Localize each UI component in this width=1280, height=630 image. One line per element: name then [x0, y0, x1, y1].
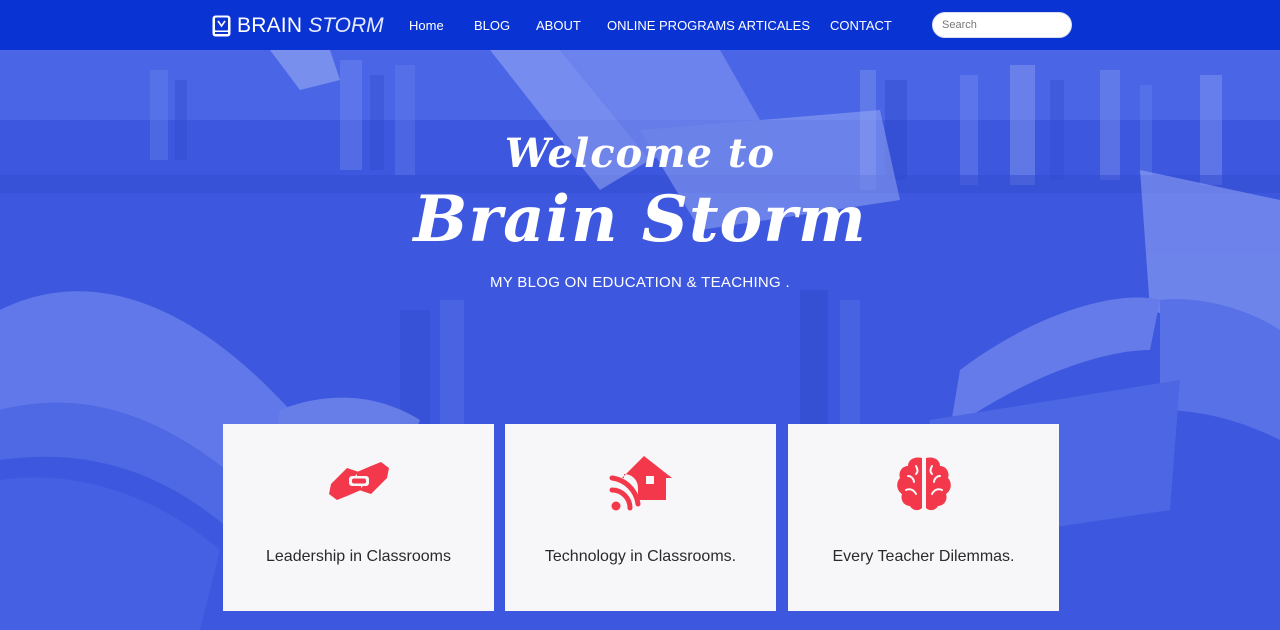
card-teacher-dilemmas[interactable]: Every Teacher Dilemmas.: [788, 424, 1059, 611]
navbar: BRAIN STORM Home BLOG ABOUT ONLINE PROGR…: [0, 0, 1280, 50]
nav-link-about[interactable]: ABOUT: [536, 18, 581, 33]
book-logo-icon: [211, 15, 231, 37]
search-input[interactable]: [932, 12, 1072, 38]
card-title: Technology in Classrooms.: [544, 548, 737, 565]
brand-logo-link[interactable]: BRAIN STORM: [211, 12, 384, 40]
card-leadership[interactable]: Leadership in Classrooms: [223, 424, 494, 611]
nav-link-articales[interactable]: ARTICALES: [738, 18, 810, 33]
card-title: Every Teacher Dilemmas.: [832, 548, 1015, 565]
nav-link-home[interactable]: Home: [409, 18, 444, 33]
nav-link-contact[interactable]: CONTACT: [830, 18, 892, 33]
hero-welcome-text: Welcome to: [504, 130, 776, 177]
brand-name-primary: BRAIN: [237, 14, 303, 37]
smart-home-icon: [505, 454, 776, 514]
hero-tagline: MY BLOG ON EDUCATION & TEACHING .: [490, 274, 790, 291]
card-title: Leadership in Classrooms: [266, 548, 451, 565]
brain-icon: [788, 454, 1059, 514]
hero-headline: Brain Storm: [413, 182, 867, 257]
card-technology[interactable]: Technology in Classrooms.: [505, 424, 776, 611]
handshake-icon: [223, 454, 494, 514]
nav-link-online-programs[interactable]: ONLINE PROGRAMS: [607, 18, 735, 33]
brand-name-secondary: STORM: [308, 14, 384, 37]
nav-link-blog[interactable]: BLOG: [474, 18, 510, 33]
